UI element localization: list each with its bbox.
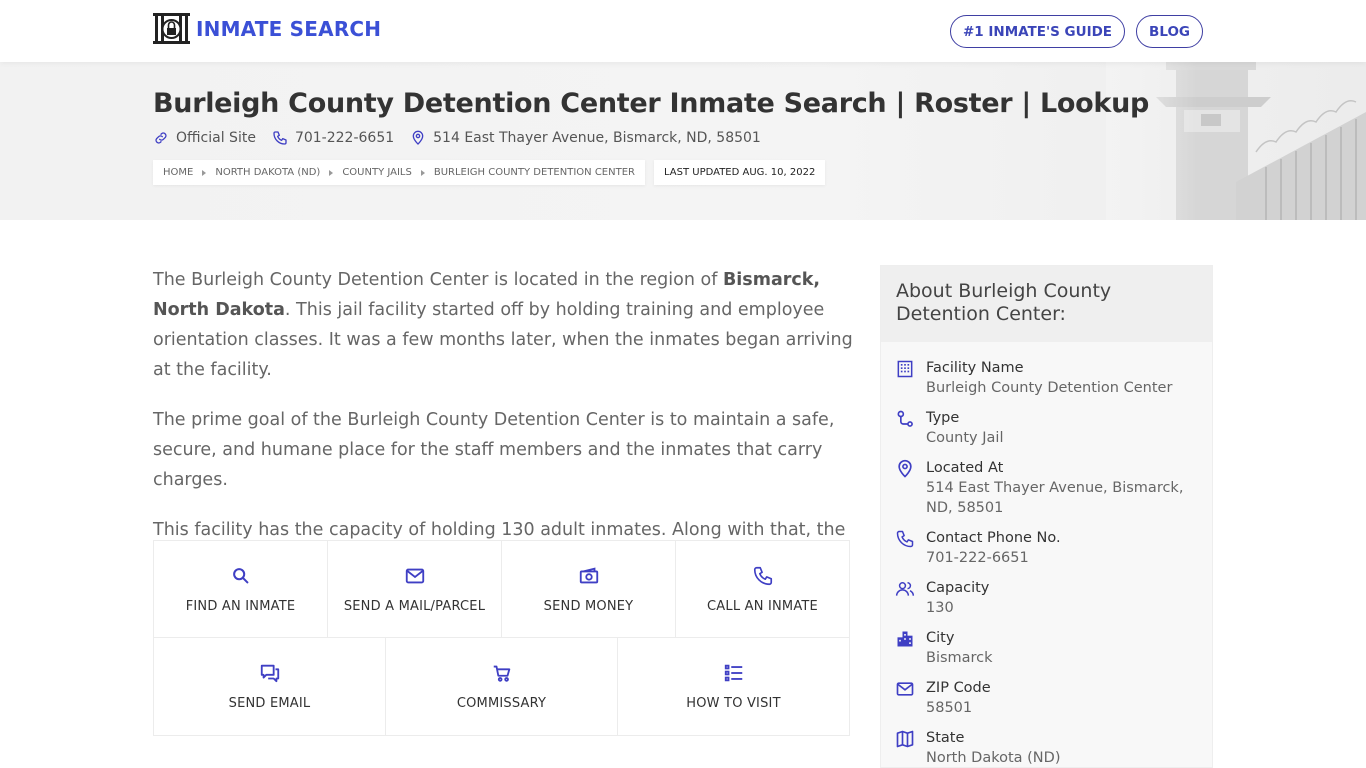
- breadcrumb-separator-icon: [329, 169, 334, 176]
- info-facility-name: Facility Name Burleigh County Detention C…: [895, 358, 1198, 398]
- phone-icon: [273, 131, 287, 145]
- route-icon: [897, 410, 913, 427]
- commissary-button[interactable]: COMMISSARY: [386, 638, 618, 735]
- action-label: FIND AN INMATE: [185, 598, 296, 614]
- address-text: 514 East Thayer Avenue, Bismarck, ND, 58…: [433, 130, 761, 146]
- chat-icon: [260, 664, 279, 683]
- sidebar-title: About Burleigh County Detention Center:: [881, 266, 1212, 342]
- users-icon: [895, 582, 915, 596]
- send-mail-button[interactable]: SEND A MAIL/PARCEL: [328, 541, 502, 637]
- action-label: CALL AN INMATE: [707, 598, 818, 614]
- phone-number: 701-222-6651: [294, 130, 395, 146]
- info-label: Located At: [926, 460, 1004, 476]
- prison-tower-illustration: [1106, 62, 1366, 220]
- paragraph-text: The Burleigh County Detention Center is …: [153, 270, 723, 290]
- site-logo[interactable]: INMATE SEARCH: [153, 13, 381, 44]
- call-inmate-button[interactable]: CALL AN INMATE: [676, 541, 849, 637]
- cart-icon: [493, 665, 510, 682]
- info-value: 514 East Thayer Avenue, Bismarck, ND, 58…: [926, 480, 1184, 516]
- logo-text: INMATE SEARCH: [196, 16, 382, 41]
- breadcrumb-current[interactable]: BURLEIGH COUNTY DETENTION CENTER: [434, 167, 635, 178]
- official-site-link[interactable]: Official Site: [153, 130, 256, 146]
- breadcrumb: HOME NORTH DAKOTA (ND) COUNTY JAILS BURL…: [153, 160, 826, 185]
- info-phone: Contact Phone No. 701-222-6651: [895, 528, 1198, 568]
- info-state: State North Dakota (ND): [895, 728, 1198, 768]
- info-label: Contact Phone No.: [926, 530, 1061, 546]
- info-value: North Dakota (ND): [926, 750, 1061, 766]
- info-label: Facility Name: [926, 360, 1024, 376]
- top-navigation-bar: INMATE SEARCH #1 INMATE'S GUIDE BLOG: [0, 0, 1366, 62]
- info-value: 130: [926, 600, 954, 616]
- page-title: Burleigh County Detention Center Inmate …: [153, 88, 1150, 119]
- phone-link[interactable]: 701-222-6651: [272, 130, 394, 146]
- action-label: COMMISSARY: [456, 696, 547, 711]
- info-capacity: Capacity 130: [895, 578, 1198, 618]
- info-value[interactable]: 701-222-6651: [926, 548, 1061, 568]
- info-location: Located At 514 East Thayer Avenue, Bismar…: [895, 458, 1198, 518]
- find-inmate-button[interactable]: FIND AN INMATE: [154, 541, 328, 637]
- mail-icon: [896, 682, 914, 696]
- phone-icon: [753, 566, 772, 585]
- money-icon: [579, 566, 598, 583]
- action-label: SEND EMAIL: [228, 696, 311, 711]
- blog-button[interactable]: BLOG: [1136, 15, 1203, 48]
- breadcrumb-separator-icon: [202, 169, 207, 176]
- official-site-label: Official Site: [176, 130, 256, 146]
- facility-meta: Official Site 701-222-6651 514 East Thay…: [153, 130, 777, 146]
- action-label: SEND MONEY: [543, 598, 634, 614]
- breadcrumb-home[interactable]: HOME: [163, 167, 193, 178]
- location-pin-icon: [898, 459, 912, 478]
- info-value: Bismarck: [926, 650, 993, 666]
- breadcrumb-state[interactable]: NORTH DAKOTA (ND): [215, 167, 320, 178]
- breadcrumb-separator-icon: [420, 169, 425, 176]
- link-icon: [155, 132, 167, 144]
- description-paragraph: The Burleigh County Detention Center is …: [153, 265, 853, 385]
- facility-info-sidebar: About Burleigh County Detention Center: …: [880, 265, 1213, 768]
- search-icon: [232, 567, 248, 583]
- map-icon: [896, 730, 914, 748]
- info-zip: ZIP Code 58501: [895, 678, 1198, 718]
- last-updated-badge: LAST UPDATED AUG. 10, 2022: [653, 160, 826, 185]
- how-to-visit-button[interactable]: HOW TO VISIT: [618, 638, 849, 735]
- action-grid: FIND AN INMATE SEND A MAIL/PARCEL SEND M…: [153, 540, 850, 736]
- description-paragraph: The prime goal of the Burleigh County De…: [153, 410, 835, 490]
- send-money-button[interactable]: SEND MONEY: [502, 541, 676, 637]
- info-label: State: [926, 730, 965, 746]
- breadcrumb-county-jails[interactable]: COUNTY JAILS: [342, 167, 412, 178]
- city-icon: [897, 631, 913, 647]
- action-label: HOW TO VISIT: [686, 696, 781, 711]
- inmates-guide-button[interactable]: #1 INMATE'S GUIDE: [949, 15, 1126, 48]
- info-value: Burleigh County Detention Center: [926, 380, 1173, 396]
- info-label: ZIP Code: [926, 680, 991, 696]
- building-icon: [897, 360, 913, 378]
- list-icon: [724, 664, 742, 682]
- info-value: County Jail: [926, 430, 1004, 446]
- facility-info-list: Facility Name Burleigh County Detention C…: [881, 342, 1212, 768]
- action-label: SEND A MAIL/PARCEL: [343, 598, 486, 614]
- breadcrumb-trail: HOME NORTH DAKOTA (ND) COUNTY JAILS BURL…: [153, 160, 645, 185]
- location-pin-icon: [412, 130, 424, 145]
- info-label: Type: [926, 410, 960, 426]
- info-value: 58501: [926, 700, 973, 716]
- info-label: Capacity: [926, 580, 990, 596]
- info-type: Type County Jail: [895, 408, 1198, 448]
- info-city: City Bismarck: [895, 628, 1198, 668]
- jail-lock-icon: [153, 13, 190, 44]
- send-email-button[interactable]: SEND EMAIL: [154, 638, 386, 735]
- main-nav: #1 INMATE'S GUIDE BLOG: [949, 15, 1203, 48]
- mail-icon: [405, 568, 424, 583]
- info-label: City: [926, 630, 955, 646]
- address: 514 East Thayer Avenue, Bismarck, ND, 58…: [410, 130, 761, 146]
- phone-icon: [896, 530, 914, 548]
